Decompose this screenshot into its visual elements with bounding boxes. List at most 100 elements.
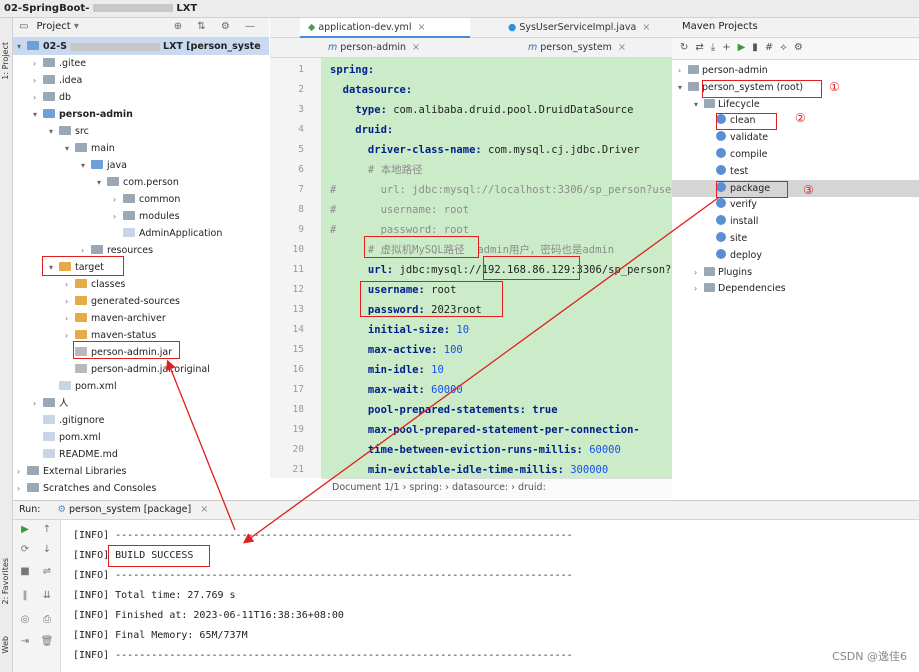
code-line[interactable]: max-pool-prepared-statement-per-connecti…: [330, 420, 640, 440]
chevron-right-icon[interactable]: ›: [17, 480, 27, 497]
maven-tree-item[interactable]: verify: [672, 196, 919, 213]
chevron-down-icon[interactable]: ▾: [97, 174, 107, 191]
project-tree-item[interactable]: › .gitee: [13, 55, 269, 72]
chevron-down-icon[interactable]: ▾: [678, 79, 688, 96]
chevron-right-icon[interactable]: ›: [33, 72, 43, 89]
chevron-down-icon[interactable]: ▾: [17, 38, 27, 55]
maven-tree-item[interactable]: test: [672, 163, 919, 180]
exit-icon[interactable]: ⇥: [17, 636, 33, 647]
project-view-selector[interactable]: Project: [36, 21, 70, 32]
project-tree-item[interactable]: AdminApplication: [13, 225, 269, 242]
web-tool-button[interactable]: Web: [1, 636, 10, 653]
maven-tree-item[interactable]: compile: [672, 146, 919, 163]
down-arrow-icon[interactable]: ↓: [39, 544, 55, 555]
run-tab[interactable]: person_system [package]: [69, 504, 191, 515]
chevron-right-icon[interactable]: ›: [65, 310, 75, 327]
project-tree-item[interactable]: README.md: [13, 446, 269, 463]
project-tree-item[interactable]: ▾ main: [13, 140, 269, 157]
chevron-down-icon[interactable]: ▾: [694, 96, 704, 113]
code-line[interactable]: # username: root: [330, 200, 469, 220]
maven-tree-item[interactable]: validate: [672, 129, 919, 146]
run-console[interactable]: [INFO] ---------------------------------…: [61, 520, 919, 672]
trash-icon[interactable]: 🗑: [39, 636, 55, 647]
favorites-tool-button[interactable]: 2: Favorites: [1, 558, 10, 604]
print-icon[interactable]: ⎙: [39, 614, 55, 625]
code-line[interactable]: min-evictable-idle-time-millis: 300000: [330, 460, 608, 478]
code-line[interactable]: driver-class-name: com.mysql.cj.jdbc.Dri…: [330, 140, 640, 160]
up-arrow-icon[interactable]: ↑: [39, 524, 55, 535]
project-tree-item[interactable]: › 人: [13, 395, 269, 412]
settings-icon[interactable]: ⚙: [794, 42, 803, 53]
chevron-down-icon[interactable]: ▾: [49, 123, 59, 140]
chevron-down-icon[interactable]: ▾: [33, 106, 43, 123]
pause-icon[interactable]: ‖: [17, 590, 33, 601]
chevron-right-icon[interactable]: ›: [65, 293, 75, 310]
project-tree-item[interactable]: ▾ 02-S LXT [person_syste: [13, 38, 269, 55]
tab-person-system[interactable]: m person_system ×: [520, 38, 670, 58]
project-tree-item[interactable]: .gitignore: [13, 412, 269, 429]
stop-icon[interactable]: ⟳: [17, 544, 33, 555]
maven-tree-item[interactable]: package: [672, 179, 919, 197]
chevron-right-icon[interactable]: ›: [694, 264, 704, 281]
chevron-right-icon[interactable]: ›: [113, 191, 123, 208]
maven-tree-item[interactable]: › Plugins: [672, 264, 919, 281]
maven-tree[interactable]: › person-admin ▾ person_system (root) ▾ Lifec…: [672, 60, 919, 500]
chevron-right-icon[interactable]: ›: [33, 89, 43, 106]
toggle-offline-icon[interactable]: #: [765, 42, 773, 53]
project-tree-item[interactable]: ▾ person-admin: [13, 106, 269, 123]
camera-icon[interactable]: ◎: [17, 614, 33, 625]
chevron-right-icon[interactable]: ›: [694, 280, 704, 297]
project-tree-item[interactable]: pom.xml: [13, 378, 269, 395]
chevron-right-icon[interactable]: ›: [678, 62, 688, 79]
soft-wrap-icon[interactable]: ⇌: [39, 566, 55, 577]
maven-tree-item[interactable]: deploy: [672, 247, 919, 264]
project-tree-item[interactable]: › modules: [13, 208, 269, 225]
scroll-to-end-icon[interactable]: ⇊: [39, 590, 55, 601]
project-tree-item[interactable]: › db: [13, 89, 269, 106]
project-tree-item[interactable]: › External Libraries: [13, 463, 269, 480]
run-icon[interactable]: ▶: [738, 42, 746, 53]
code-line[interactable]: max-active: 100: [330, 340, 463, 360]
project-tree-item[interactable]: › generated-sources: [13, 293, 269, 310]
tab-application-dev-yml[interactable]: ◆ application-dev.yml ×: [300, 18, 470, 38]
code-line[interactable]: type: com.alibaba.druid.pool.DruidDataSo…: [330, 100, 633, 120]
project-tool-button[interactable]: 1: Project: [1, 42, 10, 80]
code-line[interactable]: min-idle: 10: [330, 360, 444, 380]
generate-sources-icon[interactable]: ⇄: [695, 42, 703, 53]
code-line[interactable]: # 本地路径: [330, 160, 423, 180]
project-tree-item[interactable]: › Scratches and Consoles: [13, 480, 269, 497]
chevron-right-icon[interactable]: ›: [65, 276, 75, 293]
project-tree-item[interactable]: person-admin.jar.original: [13, 361, 269, 378]
project-tree-item[interactable]: › .idea: [13, 72, 269, 89]
skip-tests-icon[interactable]: ⟡: [780, 42, 787, 53]
project-tree-item[interactable]: pom.xml: [13, 429, 269, 446]
chevron-down-icon[interactable]: ▾: [81, 157, 91, 174]
maven-tree-item[interactable]: › Dependencies: [672, 280, 919, 297]
project-tree-item[interactable]: › common: [13, 191, 269, 208]
chevron-down-icon[interactable]: ▾: [65, 140, 75, 157]
code-line[interactable]: pool-prepared-statements: true: [330, 400, 558, 420]
project-tree-item[interactable]: › maven-archiver: [13, 310, 269, 327]
project-tree-item[interactable]: › classes: [13, 276, 269, 293]
maven-tree-item[interactable]: install: [672, 213, 919, 230]
chevron-right-icon[interactable]: ›: [113, 208, 123, 225]
close-icon[interactable]: ×: [200, 504, 208, 515]
tab-sysuserserviceimpl[interactable]: ● SysUserServiceImpl.java ×: [500, 18, 670, 38]
chevron-right-icon[interactable]: ›: [17, 463, 27, 480]
project-tree-item[interactable]: ▾ com.person: [13, 174, 269, 191]
editor-breadcrumb[interactable]: Document 1/1 › spring: › datasource: › d…: [322, 478, 672, 498]
project-tree-item[interactable]: ▾ java: [13, 157, 269, 174]
chevron-right-icon[interactable]: ›: [33, 55, 43, 72]
code-line[interactable]: initial-size: 10: [330, 320, 469, 340]
tab-person-admin[interactable]: m person-admin ×: [320, 38, 470, 58]
execute-goal-icon[interactable]: ▮: [752, 42, 758, 53]
code-line[interactable]: spring:: [330, 60, 374, 80]
project-tree-item[interactable]: ▾ src: [13, 123, 269, 140]
code-line[interactable]: time-between-eviction-runs-millis: 60000: [330, 440, 621, 460]
code-line[interactable]: datasource:: [330, 80, 413, 100]
project-panel-actions[interactable]: ⊕ ⇅ ⚙ —: [174, 21, 261, 32]
refresh-icon[interactable]: ↻: [680, 42, 688, 53]
code-line[interactable]: # url: jdbc:mysql://localhost:3306/sp_pe…: [330, 180, 672, 200]
debug-icon[interactable]: ■: [17, 566, 33, 577]
add-icon[interactable]: +: [722, 42, 730, 53]
